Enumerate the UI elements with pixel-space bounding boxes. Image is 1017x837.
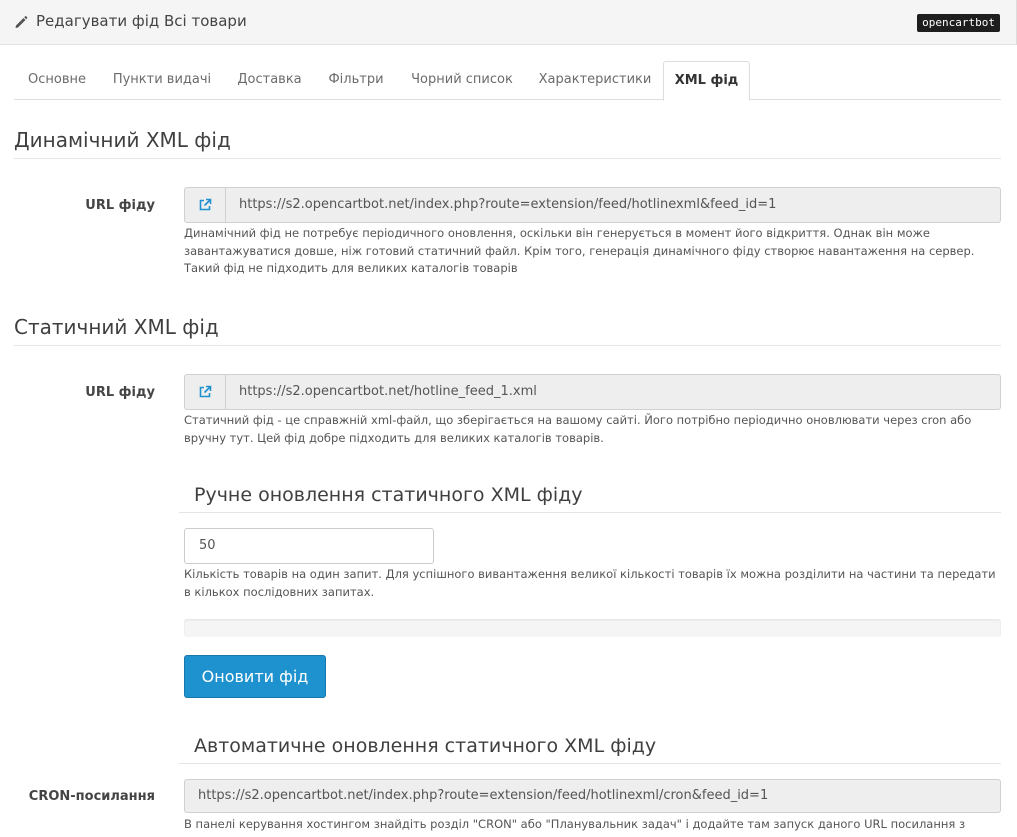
cron-help-text: В панелі керування хостингом знайдіть ро… bbox=[184, 817, 966, 831]
static-feed-heading: Статичний XML фід bbox=[14, 315, 1001, 346]
external-link-icon bbox=[199, 385, 212, 398]
tab-general[interactable]: Основне bbox=[14, 61, 100, 100]
external-link-icon bbox=[199, 198, 212, 211]
page-header: Редагувати фід Всі товари opencartbot bbox=[0, 0, 1017, 45]
static-url-value[interactable]: https://s2.opencartbot.net/hotline_feed_… bbox=[226, 375, 537, 409]
page-title: Редагувати фід Всі товари bbox=[36, 12, 247, 30]
brand-logo[interactable]: opencartbot bbox=[917, 14, 1000, 32]
tab-delivery[interactable]: Доставка bbox=[224, 61, 315, 100]
dynamic-feed-heading: Динамічний XML фід bbox=[14, 128, 1001, 159]
update-feed-button[interactable]: Оновити фід bbox=[184, 655, 326, 698]
pencil-icon bbox=[15, 16, 28, 28]
cron-url-value[interactable]: https://s2.opencartbot.net/index.php?rou… bbox=[185, 780, 768, 812]
tab-bar: Основне Пункти видачі Доставка Фільтри Ч… bbox=[14, 61, 1001, 101]
static-url-label: URL фіду bbox=[85, 385, 155, 400]
dynamic-help-text: Динамічний фід не потребує періодичного … bbox=[184, 226, 975, 275]
cron-url-field[interactable]: https://s2.opencartbot.net/index.php?rou… bbox=[184, 779, 1001, 813]
tab-attributes[interactable]: Характеристики bbox=[527, 61, 663, 100]
auto-update-heading: Автоматичне оновлення статичного XML фід… bbox=[179, 735, 1001, 764]
tab-xml-feed[interactable]: XML фід bbox=[663, 61, 750, 101]
quantity-per-request-input[interactable]: 50 bbox=[184, 528, 434, 564]
tab-pickup-points[interactable]: Пункти видачі bbox=[100, 61, 224, 100]
external-link-button[interactable] bbox=[185, 188, 226, 222]
tab-filters[interactable]: Фільтри bbox=[315, 61, 397, 100]
cron-link-label: CRON-посилання bbox=[28, 789, 155, 804]
update-progress-bar bbox=[184, 619, 1001, 637]
dynamic-url-label: URL фіду bbox=[85, 198, 155, 213]
dynamic-url-field[interactable]: https://s2.opencartbot.net/index.php?rou… bbox=[184, 187, 1001, 223]
dynamic-url-value[interactable]: https://s2.opencartbot.net/index.php?rou… bbox=[226, 188, 776, 222]
static-help-text: Статичний фід - це справжній xml-файл, щ… bbox=[184, 413, 972, 445]
quantity-help-text: Кількість товарів на один запит. Для усп… bbox=[184, 567, 996, 599]
manual-update-heading: Ручне оновлення статичного XML фіду bbox=[179, 484, 1001, 513]
static-url-field[interactable]: https://s2.opencartbot.net/hotline_feed_… bbox=[184, 374, 1001, 410]
tab-blacklist[interactable]: Чорний список bbox=[397, 61, 527, 100]
external-link-button[interactable] bbox=[185, 375, 226, 409]
